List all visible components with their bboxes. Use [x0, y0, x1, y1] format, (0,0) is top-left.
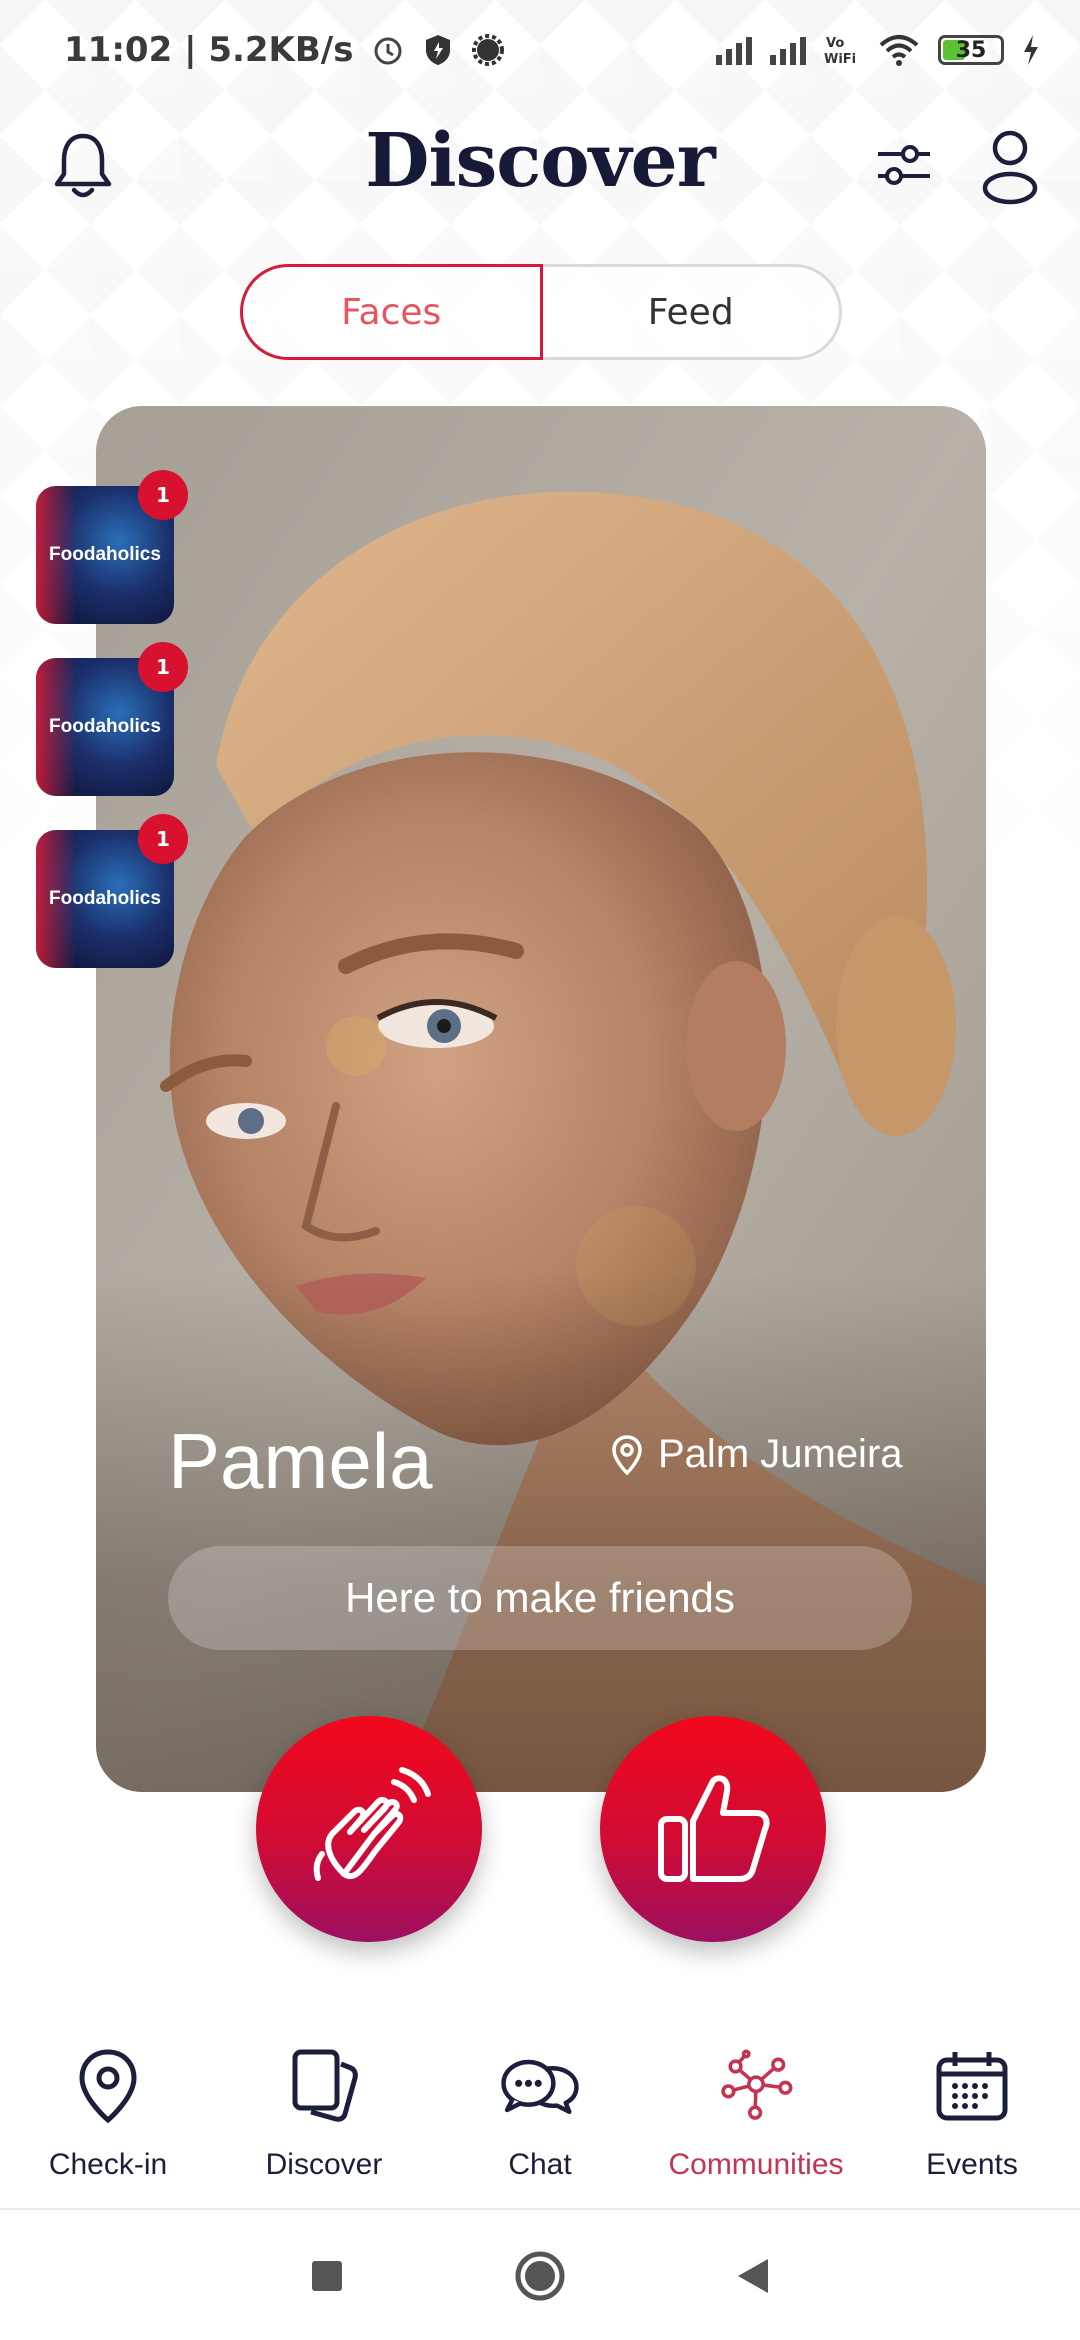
- profile-icon[interactable]: [980, 128, 1040, 206]
- tab-switcher: Faces Feed: [240, 264, 842, 360]
- nav-label: Events: [926, 2148, 1018, 2181]
- community-item[interactable]: Foodaholics 1: [36, 814, 188, 968]
- location-label: Palm Jumeira: [658, 1432, 903, 1476]
- vowifi-icon: VoWiFi: [824, 36, 856, 67]
- battery-icon: 35: [938, 35, 1004, 65]
- nav-chat[interactable]: Chat: [432, 2010, 648, 2208]
- charging-icon: [1024, 35, 1038, 65]
- nav-label: Communities: [668, 2148, 844, 2181]
- signal-icon: [716, 35, 752, 65]
- community-label: Foodaholics: [49, 716, 161, 737]
- filter-icon[interactable]: [876, 138, 932, 192]
- home-icon[interactable]: [514, 2250, 566, 2302]
- alarm-icon: [374, 37, 402, 65]
- recents-icon[interactable]: [310, 2259, 344, 2293]
- header: Discover: [0, 110, 1080, 220]
- shield-icon: [426, 35, 451, 65]
- battery-level: 35: [955, 37, 987, 63]
- unread-badge: 1: [138, 470, 188, 520]
- wifi-icon: [879, 35, 919, 66]
- card-shade: [96, 1272, 986, 1792]
- calendar-icon: [936, 2052, 1008, 2121]
- map-pin-icon: [79, 2049, 137, 2124]
- community-label: Foodaholics: [49, 544, 161, 565]
- nav-discover[interactable]: Discover: [216, 2010, 432, 2208]
- nav-label: Check-in: [48, 2148, 168, 2181]
- svg-text:WiFi: WiFi: [824, 52, 856, 67]
- thumbs-up-icon: [658, 1775, 770, 1882]
- unread-badge: 1: [138, 814, 188, 864]
- settings-gear-icon: [472, 34, 505, 66]
- profile-name: Pamela: [168, 1417, 433, 1505]
- like-button[interactable]: [600, 1716, 826, 1942]
- chat-bubbles-icon: [501, 2059, 579, 2114]
- cards-icon: [292, 2049, 358, 2122]
- nav-events[interactable]: Events: [864, 2010, 1080, 2208]
- unread-badge: 1: [138, 642, 188, 692]
- back-icon[interactable]: [736, 2257, 770, 2295]
- network-icon: [721, 2049, 793, 2120]
- waving-hand-icon: [313, 1767, 431, 1881]
- tab-faces[interactable]: Faces: [240, 264, 543, 360]
- nav-communities[interactable]: Communities: [648, 2010, 864, 2208]
- signal-icon-2: [770, 35, 806, 65]
- community-item[interactable]: Foodaholics 1: [36, 470, 188, 624]
- profile-card[interactable]: Pamela Palm Jumeira Here to make friends: [96, 406, 986, 1792]
- status-time: 11:02 | 5.2KB/s: [64, 30, 354, 70]
- profile-location: Palm Jumeira: [612, 1432, 903, 1477]
- location-pin-icon: [612, 1434, 642, 1475]
- nav-label: Discover: [265, 2148, 383, 2181]
- bottom-nav: Check-in Discover Chat Communities Event…: [0, 2010, 1080, 2210]
- system-nav-bar: [0, 2212, 1080, 2340]
- status-bar: 11:02 | 5.2KB/s Vo WiFi 35: [0, 0, 1080, 100]
- nav-check-in[interactable]: Check-in: [0, 2010, 216, 2208]
- nav-label: Chat: [508, 2148, 572, 2181]
- tab-feed[interactable]: Feed: [543, 267, 840, 357]
- community-label: Foodaholics: [49, 888, 161, 909]
- svg-text:Vo: Vo: [826, 36, 844, 51]
- community-item[interactable]: Foodaholics 1: [36, 642, 188, 796]
- wave-button[interactable]: [256, 1716, 482, 1942]
- intent-pill: Here to make friends: [168, 1546, 912, 1650]
